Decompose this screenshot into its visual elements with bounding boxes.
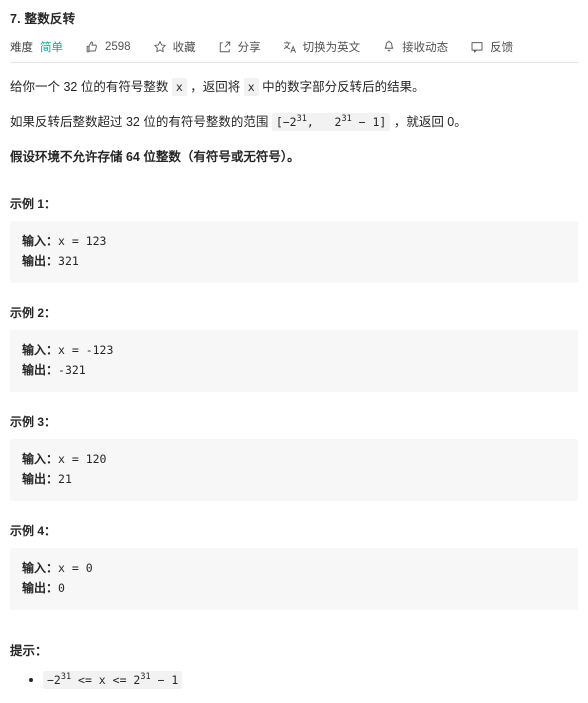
hint-mid: <= x <= 2 xyxy=(71,673,141,687)
example-2-input-label: 输入： xyxy=(22,343,59,357)
difficulty-indicator: 难度 简单 xyxy=(10,39,63,55)
example-4-input-value: x = 0 xyxy=(58,561,93,575)
example-block-2: 输入：x = -123 输出：-321 xyxy=(10,330,578,392)
example-2-output-label: 输出： xyxy=(22,363,59,377)
feedback-label: 反馈 xyxy=(490,42,514,54)
example-3-input-label: 输入： xyxy=(22,452,59,466)
hint-constraint-code: −231 <= x <= 231 − 1 xyxy=(43,671,183,689)
desc-p2-text-b: ，就返回 0。 xyxy=(390,115,467,129)
hint-exponent-1: 31 xyxy=(60,672,72,683)
range-mid: , 2 xyxy=(306,115,342,129)
example-3-output-label: 输出： xyxy=(22,472,59,486)
hints-heading: 提示： xyxy=(10,644,48,658)
inline-code-x-1: x xyxy=(171,78,187,96)
switch-language-button[interactable]: 切换为英文 xyxy=(283,39,361,55)
problem-meta-bar: 难度 简单 2598 收藏 分享 切换为英文 接收动态 反馈 xyxy=(10,32,578,62)
feedback-button[interactable]: 反馈 xyxy=(470,39,513,55)
star-icon xyxy=(153,40,167,54)
favorite-button[interactable]: 收藏 xyxy=(153,39,196,55)
desc-p1-text-c: 中的数字部分反转后的结果。 xyxy=(258,80,425,94)
example-1-output-label: 输出： xyxy=(22,254,59,268)
problem-page: 7. 整数反转 难度 简单 2598 收藏 分享 切换为英文 接收动态 反馈 给… xyxy=(0,0,588,691)
example-1-input-label: 输入： xyxy=(22,234,59,248)
like-button[interactable]: 2598 xyxy=(85,40,131,54)
translate-icon xyxy=(283,40,297,54)
example-2-output-value: -321 xyxy=(58,363,86,377)
like-count: 2598 xyxy=(105,41,131,53)
range-exponent-1: 31 xyxy=(296,114,307,125)
example-1-input-value: x = 123 xyxy=(58,234,107,248)
example-2-input-value: x = -123 xyxy=(58,343,114,357)
bell-icon xyxy=(382,40,396,54)
example-3-input-value: x = 120 xyxy=(58,452,107,466)
thumbs-up-icon xyxy=(85,40,99,54)
description-paragraph-3: 假设环境不允许存储 64 位整数（有符号或无符号）。 xyxy=(10,150,300,164)
favorite-label: 收藏 xyxy=(172,42,196,54)
feedback-icon xyxy=(470,40,484,54)
description-paragraph-2: 如果反转后整数超过 32 位的有符号整数的范围 [−231, 231 − 1] … xyxy=(10,104,578,139)
switch-language-label: 切换为英文 xyxy=(302,42,361,54)
share-button[interactable]: 分享 xyxy=(218,39,261,55)
problem-description: 给你一个 32 位的有符号整数 x ，返回将 x 中的数字部分反转后的结果。 如… xyxy=(10,63,578,691)
hints-list: −231 <= x <= 231 − 1 xyxy=(10,669,578,691)
desc-p2-text-a: 如果反转后整数超过 32 位的有符号整数的范围 xyxy=(10,115,272,129)
list-item: −231 <= x <= 231 − 1 xyxy=(29,669,578,691)
range-post: − 1] xyxy=(351,115,387,129)
example-4-output-value: 0 xyxy=(58,581,65,595)
example-block-4: 输入：x = 0 输出：0 xyxy=(10,548,578,610)
range-exponent-2: 31 xyxy=(341,114,352,125)
example-4-input-label: 输入： xyxy=(22,561,59,575)
example-4-output-label: 输出： xyxy=(22,581,59,595)
difficulty-value: 简单 xyxy=(40,42,63,54)
example-block-3: 输入：x = 120 输出：21 xyxy=(10,439,578,501)
subscribe-label: 接收动态 xyxy=(402,42,449,54)
example-heading-1: 示例 1： xyxy=(10,197,57,211)
inline-code-x-2: x xyxy=(243,78,259,96)
share-label: 分享 xyxy=(237,42,261,54)
example-block-1: 输入：x = 123 输出：321 xyxy=(10,221,578,283)
hint-pre: −2 xyxy=(47,673,61,687)
example-3-output-value: 21 xyxy=(58,472,72,486)
difficulty-label: 难度 xyxy=(10,42,33,54)
hint-post: − 1 xyxy=(150,673,179,687)
hint-exponent-2: 31 xyxy=(140,672,151,683)
example-heading-2: 示例 2： xyxy=(10,306,57,320)
range-pre: [−2 xyxy=(275,115,297,129)
inline-code-range: [−231, 231 − 1] xyxy=(271,113,391,131)
subscribe-button[interactable]: 接收动态 xyxy=(382,39,448,55)
desc-p1-text-b: ，返回将 xyxy=(186,80,244,94)
example-heading-4: 示例 4： xyxy=(10,524,57,538)
description-paragraph-1: 给你一个 32 位的有符号整数 x ，返回将 x 中的数字部分反转后的结果。 xyxy=(10,69,578,104)
example-1-output-value: 321 xyxy=(58,254,79,268)
page-title: 7. 整数反转 xyxy=(10,12,76,26)
example-heading-3: 示例 3： xyxy=(10,415,57,429)
desc-p1-text-a: 给你一个 32 位的有符号整数 xyxy=(10,80,172,94)
share-icon xyxy=(218,40,232,54)
